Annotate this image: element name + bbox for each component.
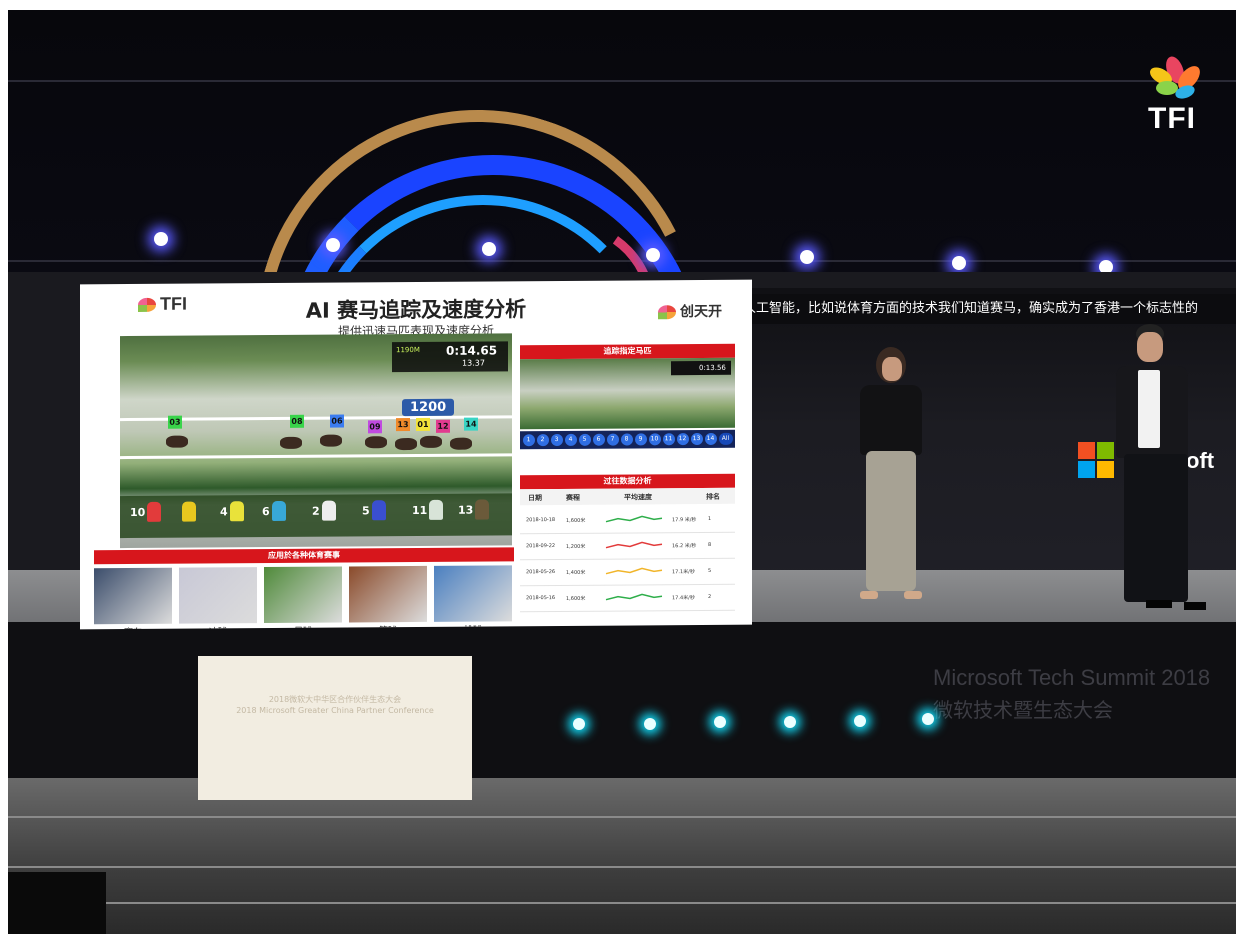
presenter-man [1106,324,1216,620]
floor-light [714,716,726,728]
tracked-horse-tag: 08 [290,414,304,428]
tracked-horse-tag: 09 [368,420,382,434]
lane-button: 5 [578,433,591,446]
event-photo: 人工智能，比如说体育方面的技术我们知道赛马，确实成为了香港一个标志性的 oft … [8,10,1236,934]
race-video: 1190M 0:14.65 13.37 1200 03 08 06 09 13 … [120,333,512,549]
history-row: 2018-09-22 1,200米 16.2 米/秒 8 [520,531,735,561]
partner-mark-icon [658,305,676,320]
partner-logo: 创天开 [658,301,722,321]
distance-marker: 1200 [402,398,455,417]
tracked-horse-tag: 12 [436,419,450,433]
sport-label: 赛车 [94,625,172,629]
stage-spotlight [326,238,340,252]
lane-button: 3 [550,433,563,447]
lectern: 2018微软大中华区合作伙伴生态大会 2018 Microsoft Greate… [198,656,472,800]
jockey-silks: 10 4 6 2 5 11 13 [120,493,512,539]
tfi-petals-icon [1150,56,1200,99]
lane-button: 6 [592,433,605,446]
lane-button: All [718,432,733,445]
speed-sparkline [605,567,663,575]
history-panel: 过往数据分析 日期 赛程 平均速度 排名 2018-10-18 1,600米 17.… [520,473,735,613]
lane-button: 14 [704,432,717,445]
history-row: 2018-10-18 1,600米 17.9 米/秒 1 [520,505,735,535]
floor-light [784,716,796,728]
backdrop-title-cn: 微软技术暨生态大会 [933,698,1113,722]
tracked-horse-tag: 13 [396,418,410,432]
tfi-watermark-logo: TFI [1145,54,1209,144]
sport-tile: 赛车 [94,567,172,629]
track-video: 0:13.56 [520,357,735,430]
sport-tile: 篮球 [349,565,427,629]
speed-sparkline [605,515,663,523]
floor-light [573,718,585,730]
foreground-object [8,872,106,934]
history-row: 2018-05-16 1,600米 17.4米/秒 2 [520,583,735,613]
tracked-horse-tag: 06 [330,414,344,428]
stage-truss [8,80,1236,82]
tfi-watermark-text: TFI [1148,102,1196,135]
floor-light [854,715,866,727]
tracked-horse-tag: 01 [416,417,430,431]
lane-button: 8 [620,433,633,446]
mini-timer: 0:13.56 [671,360,731,376]
floor-light [922,713,934,725]
backdrop-title: Microsoft Tech Summit 2018 [933,665,1211,690]
lane-button: 13 [690,432,703,446]
lane-selector: 1 2 3 4 5 6 7 8 9 10 11 12 13 14 All [520,429,735,450]
stage-spotlight [800,250,814,264]
floor-light [644,718,656,730]
speed-sparkline [605,541,663,549]
lane-button: 2 [536,434,549,447]
stage-steps [8,778,1236,934]
lane-button: 1 [522,434,535,447]
sports-section: 应用於各种体育赛事 赛车 冰球足球篮球排球 [94,547,514,629]
track-panel-heading: 追踪指定马匹 [520,343,735,360]
lectern-text-en: 2018 Microsoft Greater China Partner Con… [236,706,434,715]
presenter-woman [846,347,936,617]
race-timer: 1190M 0:14.65 13.37 [392,341,508,373]
presentation-slide: TFI AI 赛马追踪及速度分析 提供迅速马匹表现及速度分析 创天开 1190M… [80,279,752,630]
stage-spotlight [952,256,966,270]
lane-button: 9 [634,433,647,446]
lectern-text: 2018微软大中华区合作伙伴生态大会 [268,695,402,704]
history-table-header: 日期 赛程 平均速度 排名 [520,487,735,506]
history-row: 2018-05-26 1,400米 17.1米/秒 5 [520,557,735,587]
sport-tile: 冰球 [179,567,257,629]
lane-button: 4 [564,433,577,446]
sport-tile: 足球 [264,566,342,629]
tracked-horse-tag: 03 [168,415,182,429]
stage-spotlight [646,248,660,262]
speed-sparkline [605,593,663,601]
lane-button: 12 [676,433,689,446]
sports-heading: 应用於各种体育赛事 [94,547,514,565]
lane-button: 11 [662,433,675,446]
stage-spotlight [482,242,496,256]
stage-spotlight [154,232,168,246]
lane-button: 7 [606,433,619,446]
lane-button: 10 [648,433,661,446]
tracked-horse-tag: 14 [464,417,478,431]
sport-tile: 排球 [434,565,512,629]
live-caption: 人工智能，比如说体育方面的技术我们知道赛马，确实成为了香港一个标志性的 [733,294,1236,324]
history-panel-heading: 过往数据分析 [520,473,735,490]
track-panel: 追踪指定马匹 0:13.56 1 2 3 4 5 6 7 8 9 10 11 12 13 14 All [520,343,735,466]
